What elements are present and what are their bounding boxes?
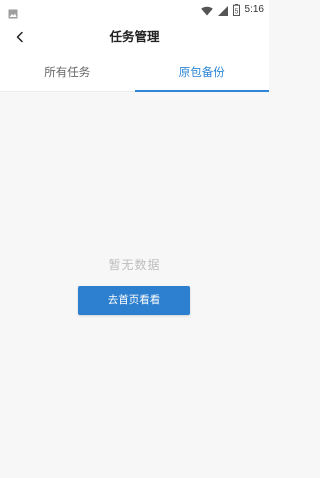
signal-icon xyxy=(217,1,228,20)
battery-icon: 5 xyxy=(232,1,240,20)
tab-active-indicator xyxy=(134,90,269,92)
wifi-icon xyxy=(200,1,213,20)
tab-bar: 所有任务 原包备份 xyxy=(0,54,269,92)
tab-original-backup[interactable]: 原包备份 xyxy=(134,54,269,92)
tab-label: 所有任务 xyxy=(44,65,91,79)
status-bar: 5 5:16 xyxy=(0,0,269,20)
app-bar: 任务管理 xyxy=(0,20,269,54)
status-time: 5:16 xyxy=(244,4,264,15)
battery-level: 5 xyxy=(234,8,238,15)
go-home-button[interactable]: 去首页看看 xyxy=(78,286,190,315)
back-button[interactable] xyxy=(8,25,32,49)
empty-state-message: 暂无数据 xyxy=(108,258,161,272)
tab-all-tasks[interactable]: 所有任务 xyxy=(0,54,135,91)
status-icons: 5 5:16 xyxy=(200,0,264,20)
chevron-left-icon xyxy=(15,28,25,47)
image-icon xyxy=(8,4,18,19)
page-title: 任务管理 xyxy=(109,29,160,44)
tab-label: 原包备份 xyxy=(178,65,225,79)
